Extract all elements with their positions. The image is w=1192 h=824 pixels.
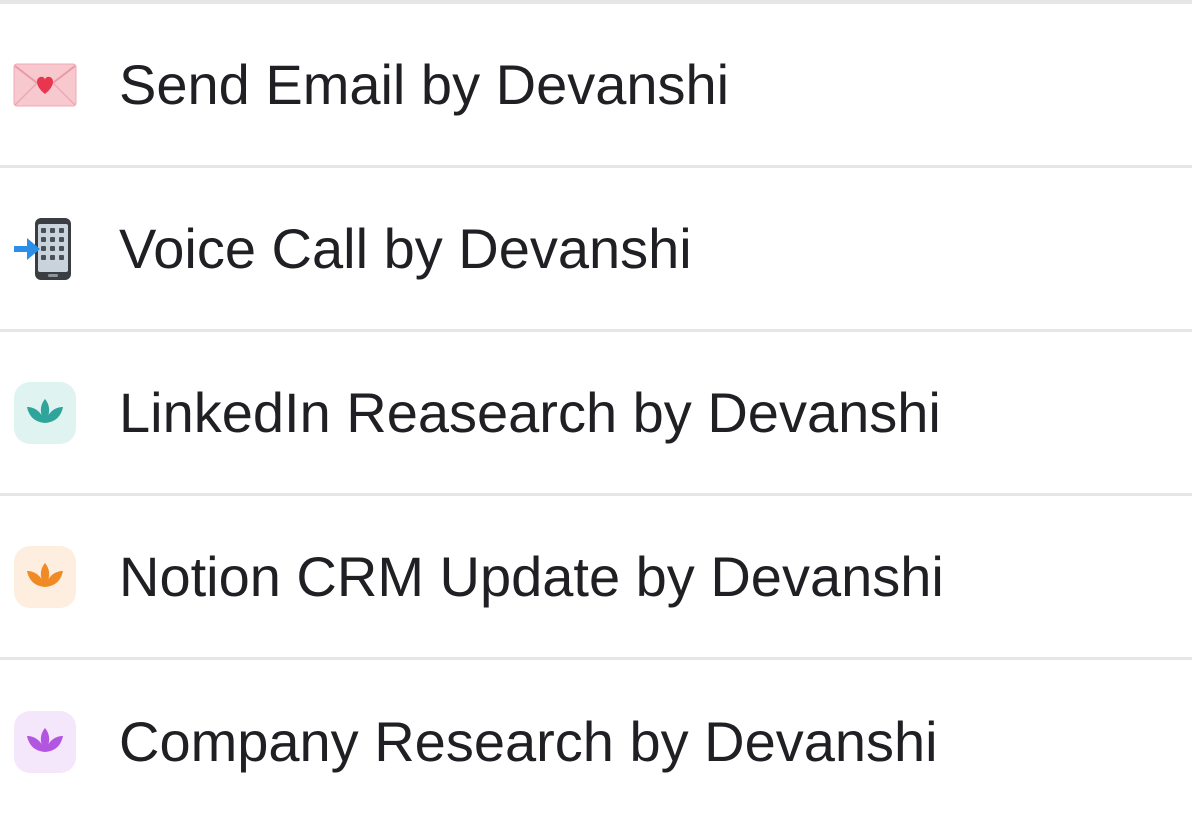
- list-item-company-research[interactable]: Company Research by Devanshi: [0, 660, 1192, 824]
- item-label: Send Email by Devanshi: [119, 52, 730, 116]
- mobile-phone-arrow-icon: [13, 217, 77, 281]
- list-item-send-email[interactable]: Send Email by Devanshi: [0, 4, 1192, 168]
- love-letter-icon: [13, 53, 77, 117]
- list-item-notion-crm-update[interactable]: Notion CRM Update by Devanshi: [0, 496, 1192, 660]
- list-item-voice-call[interactable]: Voice Call by Devanshi: [0, 168, 1192, 332]
- item-label: Voice Call by Devanshi: [119, 216, 692, 280]
- item-label: Notion CRM Update by Devanshi: [119, 544, 944, 608]
- item-label: LinkedIn Reasearch by Devanshi: [119, 380, 941, 444]
- agent-list: Send Email by Devanshi Voice Call by Dev…: [0, 0, 1192, 814]
- teal-lotus-icon: [13, 381, 77, 445]
- item-label: Company Research by Devanshi: [119, 710, 938, 773]
- list-item-linkedin-research[interactable]: LinkedIn Reasearch by Devanshi: [0, 332, 1192, 496]
- orange-lotus-icon: [13, 545, 77, 609]
- purple-lotus-icon: [13, 710, 77, 774]
